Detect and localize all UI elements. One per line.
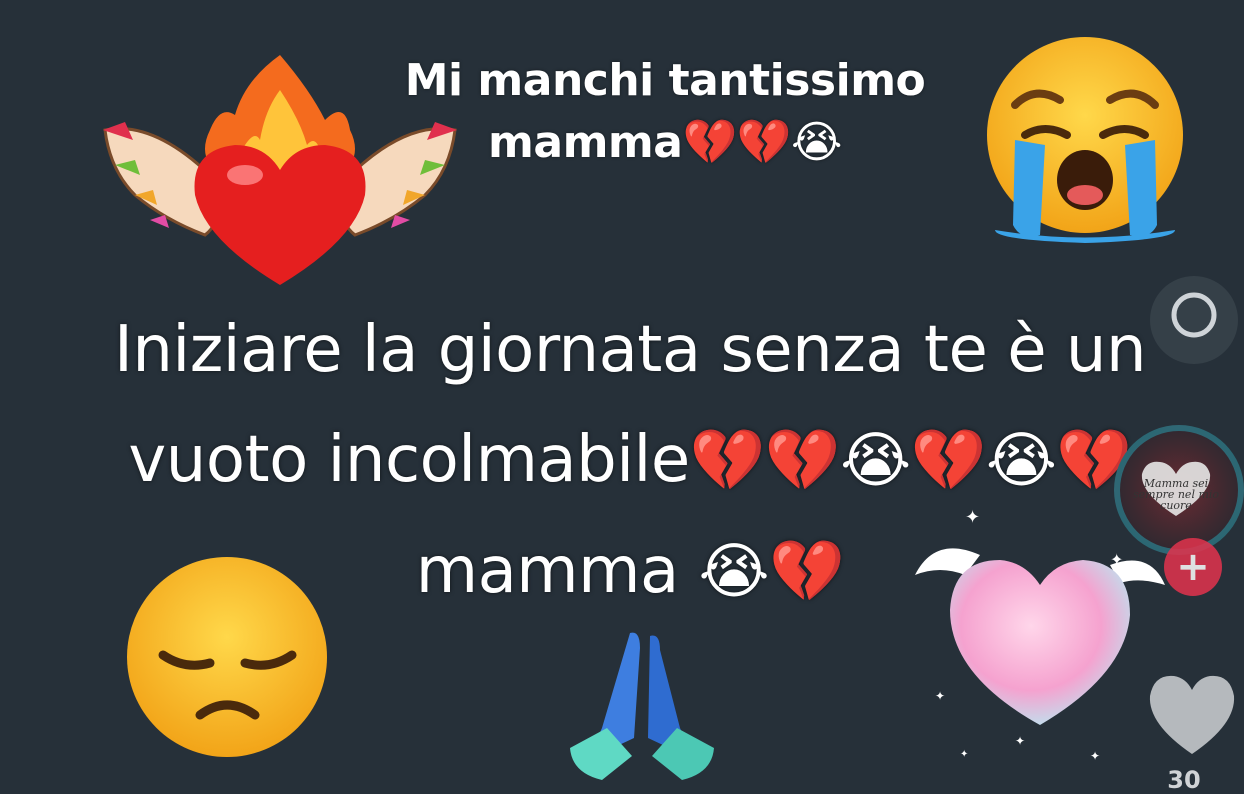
follow-button-label: + — [1176, 544, 1210, 590]
caption-line-2: mamma💔💔😭 — [488, 117, 842, 168]
disc-caption: Mamma sei sempre nel mio cuore — [1132, 477, 1220, 512]
main-message-line-3-emojis: 😭💔 — [698, 537, 845, 607]
main-message-line-3-text: mamma — [415, 534, 699, 608]
svg-text:✦: ✦ — [1090, 749, 1100, 763]
like-heart-icon[interactable] — [1146, 672, 1238, 756]
refresh-icon[interactable] — [1144, 270, 1244, 370]
main-message-line-3: mamma 😭💔 — [20, 516, 1240, 627]
svg-text:✦: ✦ — [960, 749, 968, 760]
caption-line-1: Mi manchi tantissimo — [404, 55, 926, 106]
main-message: Iniziare la giornata senza te è un vuoto… — [20, 295, 1240, 627]
side-rail — [1104, 0, 1244, 786]
like-count: 30 — [1167, 766, 1201, 794]
main-message-line-2-text: vuoto incolmabile — [128, 423, 690, 497]
svg-text:✦: ✦ — [935, 689, 945, 703]
main-message-line-2: vuoto incolmabile💔💔😭💔😭💔 — [20, 405, 1240, 516]
caption: Mi manchi tantissimo mamma💔💔😭 — [330, 50, 1000, 174]
praying-hands-icon — [562, 628, 722, 783]
main-message-line-2-emojis: 💔💔😭💔😭💔 — [689, 426, 1132, 496]
main-message-line-1: Iniziare la giornata senza te è un — [113, 313, 1147, 387]
svg-text:✦: ✦ — [1015, 734, 1025, 748]
follow-button[interactable]: + — [1164, 538, 1222, 596]
